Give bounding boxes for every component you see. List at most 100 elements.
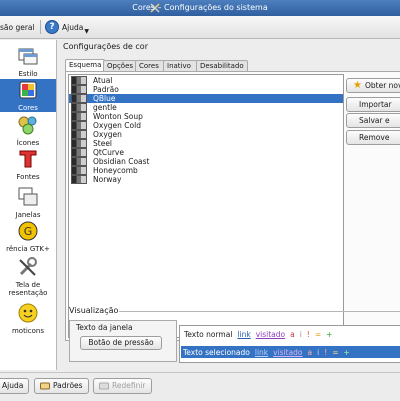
overview-button[interactable]: são geral — [0, 20, 35, 34]
list-item[interactable]: gentle — [69, 103, 343, 112]
sidebar-item-colors[interactable]: Cores — [0, 79, 56, 112]
positive-sample: + — [343, 347, 350, 357]
negative-sample: ! — [306, 329, 310, 339]
scheme-name: Padrão — [93, 85, 119, 94]
neutral-sample: = — [314, 329, 322, 339]
sidebar-item-label: resentação — [8, 289, 48, 297]
gtk-icon: G — [18, 221, 38, 241]
list-item[interactable]: Oxygen Cold — [69, 121, 343, 130]
button-label: Padrões — [53, 381, 83, 390]
scheme-name: Oxygen Cold — [93, 121, 141, 130]
svg-text:G: G — [24, 225, 33, 238]
inactive-sample: i — [317, 347, 320, 357]
sidebar-item-label: Ícones — [16, 139, 40, 147]
list-item[interactable]: Steel — [69, 139, 343, 148]
list-item[interactable]: Honeycomb — [69, 166, 343, 175]
reset-button[interactable]: Redefinir — [93, 378, 152, 394]
scheme-name: gentle — [93, 103, 117, 112]
color-swatch — [71, 130, 87, 139]
sidebar-item-label: rência GTK+ — [6, 245, 50, 253]
tab-label: Esquema — [69, 61, 102, 69]
preview-push-button: Botão de pressão — [80, 336, 162, 350]
list-item-selected[interactable]: QBlue — [69, 94, 343, 103]
button-label: Salvar e — [359, 116, 390, 125]
list-item[interactable]: Atual — [69, 76, 343, 85]
color-swatch — [71, 139, 87, 148]
scheme-name: Obsidian Coast — [93, 157, 150, 166]
preview-divider — [119, 311, 400, 312]
tab-label: Desabilitado — [200, 62, 244, 70]
sidebar-item-emoticons[interactable]: moticons — [0, 302, 56, 336]
help-button[interactable]: Ajuda — [0, 378, 30, 394]
scheme-name: Norway — [93, 175, 122, 184]
color-swatch — [71, 175, 87, 184]
preview-window: Texto da janela Botão de pressão — [69, 320, 177, 362]
scheme-name: Wonton Soup — [93, 112, 143, 121]
get-new-schemes-button[interactable]: ★ Obter nov — [346, 78, 400, 93]
button-label: Importar — [359, 100, 392, 109]
sidebar-item-fonts[interactable]: Fontes — [0, 148, 56, 182]
toolbar: são geral ? Ajuda ▼ — [0, 16, 400, 39]
scheme-name: Honeycomb — [93, 166, 138, 175]
button-label: Remove — [359, 133, 390, 142]
list-item[interactable]: Padrão — [69, 85, 343, 94]
button-label: Ajuda — [2, 381, 24, 390]
list-item[interactable]: Wonton Soup — [69, 112, 343, 121]
scheme-name: QBlue — [93, 94, 116, 103]
list-item[interactable]: Oxygen — [69, 130, 343, 139]
color-swatch — [71, 103, 87, 112]
sidebar-item-icons[interactable]: Ícones — [0, 114, 56, 148]
chevron-down-icon: ▼ — [84, 27, 89, 35]
save-scheme-button[interactable]: Salvar e — [346, 113, 400, 128]
scheme-list[interactable]: Atual Padrão QBlue gentle Wonton Soup Ox… — [68, 74, 344, 338]
color-swatch — [71, 112, 87, 121]
preview-window-text: Texto da janela — [76, 323, 133, 332]
preview-text-box: Texto normal link visitado a i ! = + Tex… — [179, 325, 400, 363]
icons-icon — [18, 116, 37, 135]
neutral-sample: = — [332, 347, 339, 357]
sidebar-item-splash[interactable]: Tela de resentação — [0, 256, 56, 298]
positive-sample: + — [326, 329, 333, 339]
sidebar-item-label: Tela de — [15, 281, 41, 289]
sidebar-item-gtk[interactable]: G rência GTK+ — [0, 220, 56, 254]
help-menu-button[interactable]: ? Ajuda ▼ — [45, 20, 89, 35]
scheme-pane: Atual Padrão QBlue gentle Wonton Soup Ox… — [65, 71, 400, 341]
list-item[interactable]: Obsidian Coast — [69, 157, 343, 166]
import-scheme-button[interactable]: Importar — [346, 97, 400, 112]
remove-scheme-button[interactable]: Remove — [346, 130, 400, 145]
color-swatch — [71, 166, 87, 175]
visited-sample: visitado — [255, 329, 286, 339]
sidebar-item-style[interactable]: Estilo — [0, 45, 56, 79]
tab-label: Opções — [107, 62, 134, 70]
tab-label: Cores — [139, 62, 159, 70]
reset-icon — [99, 382, 109, 390]
button-label: Redefinir — [112, 381, 146, 390]
sidebar-item-label: Cores — [18, 104, 38, 112]
preview-selected-line: Texto selecionado link visitado a i ! = … — [181, 346, 400, 358]
window-title: Cores – Configurações do sistema — [132, 3, 268, 12]
color-swatch — [71, 94, 87, 103]
color-swatch — [71, 76, 87, 85]
color-swatch — [71, 85, 87, 94]
main-panel: Configurações de cor Esquema Opções Core… — [57, 40, 400, 370]
color-swatch — [71, 157, 87, 166]
list-item[interactable]: Norway — [69, 175, 343, 184]
color-swatch — [71, 148, 87, 157]
list-item[interactable]: QtCurve — [69, 148, 343, 157]
sidebar-item-label: Fontes — [16, 173, 40, 181]
page-title: Configurações de cor — [63, 42, 148, 51]
preview-normal-line: Texto normal link visitado a i ! = + — [182, 328, 332, 340]
preview-title: Visualização — [69, 306, 119, 315]
tab-label: Inativo — [167, 62, 191, 70]
style-icon — [18, 48, 38, 65]
help-label: Ajuda — [62, 22, 84, 32]
sidebar-item-windows[interactable]: Janelas — [0, 186, 56, 219]
star-icon: ★ — [353, 80, 362, 91]
defaults-button[interactable]: Padrões — [34, 378, 89, 394]
bottom-bar: Ajuda Padrões Redefinir — [0, 372, 400, 401]
sidebar-item-label: Janelas — [15, 211, 41, 219]
selected-text: Texto selecionado — [183, 347, 250, 357]
scheme-name: QtCurve — [93, 148, 124, 157]
help-icon: ? — [45, 20, 59, 34]
normal-text: Texto normal — [184, 329, 233, 339]
